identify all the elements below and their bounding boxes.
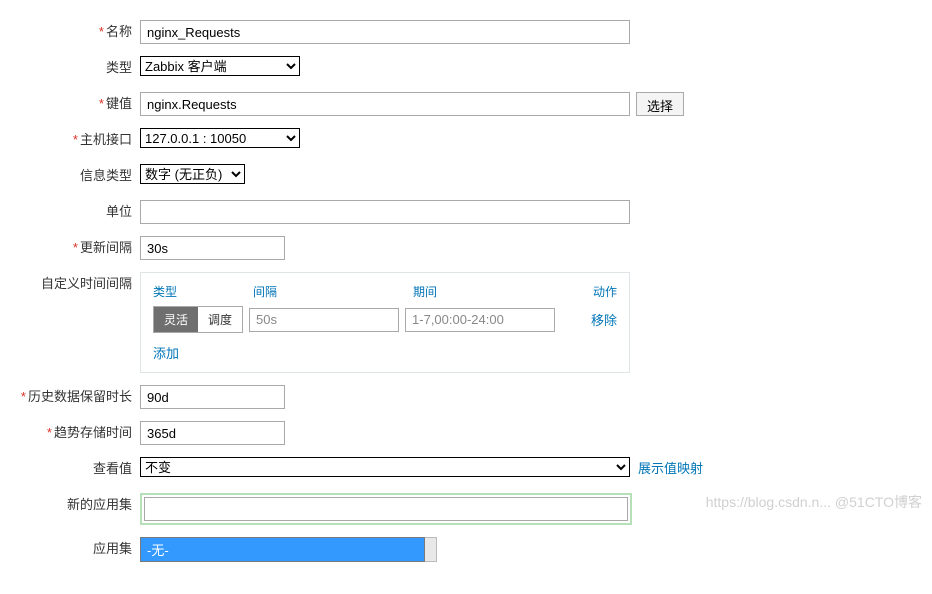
custom-interval-panel: 类型 间隔 期间 动作 灵活 调度 移除 添加 <box>140 272 630 373</box>
host-interface-select[interactable]: 127.0.0.1 : 10050 <box>140 128 300 148</box>
label-history: *历史数据保留时长 <box>10 385 140 409</box>
label-app: 应用集 <box>10 537 140 561</box>
show-value-select[interactable]: 不变 <box>140 457 630 477</box>
label-info-type: 信息类型 <box>10 164 140 188</box>
label-update-interval: *更新间隔 <box>10 236 140 260</box>
show-value-map-link[interactable]: 展示值映射 <box>638 458 703 477</box>
add-link[interactable]: 添加 <box>153 343 179 362</box>
remove-link[interactable]: 移除 <box>591 310 617 329</box>
type-select[interactable]: Zabbix 客户端 <box>140 56 300 76</box>
info-type-select[interactable]: 数字 (无正负) <box>140 164 245 184</box>
new-app-highlight <box>140 493 632 525</box>
seg-scheduling[interactable]: 调度 <box>198 307 242 332</box>
trend-input[interactable] <box>140 421 285 445</box>
update-interval-input[interactable] <box>140 236 285 260</box>
label-new-app: 新的应用集 <box>10 493 140 517</box>
col-interval: 间隔 <box>253 283 413 300</box>
label-trend: *趋势存储时间 <box>10 421 140 445</box>
seg-flexible[interactable]: 灵活 <box>154 307 198 332</box>
col-type: 类型 <box>153 283 253 300</box>
label-show-value: 查看值 <box>10 457 140 481</box>
new-app-input[interactable] <box>144 497 628 521</box>
history-input[interactable] <box>140 385 285 409</box>
app-option-none[interactable]: -无- <box>140 537 425 562</box>
app-multiselect[interactable]: -无- <box>140 537 425 562</box>
interval-value-input[interactable] <box>249 308 399 332</box>
key-input[interactable] <box>140 92 630 116</box>
period-value-input[interactable] <box>405 308 555 332</box>
multiselect-scrollbar[interactable] <box>425 537 437 562</box>
name-input[interactable] <box>140 20 630 44</box>
label-type: 类型 <box>10 56 140 80</box>
unit-input[interactable] <box>140 200 630 224</box>
label-unit: 单位 <box>10 200 140 224</box>
col-action: 动作 <box>573 283 617 300</box>
label-host-interface: *主机接口 <box>10 128 140 152</box>
label-name: *名称 <box>10 20 140 44</box>
interval-type-segment[interactable]: 灵活 调度 <box>153 306 243 333</box>
col-period: 期间 <box>413 283 573 300</box>
label-custom-interval: 自定义时间间隔 <box>10 272 140 296</box>
label-key: *键值 <box>10 92 140 116</box>
select-button[interactable]: 选择 <box>636 92 684 116</box>
